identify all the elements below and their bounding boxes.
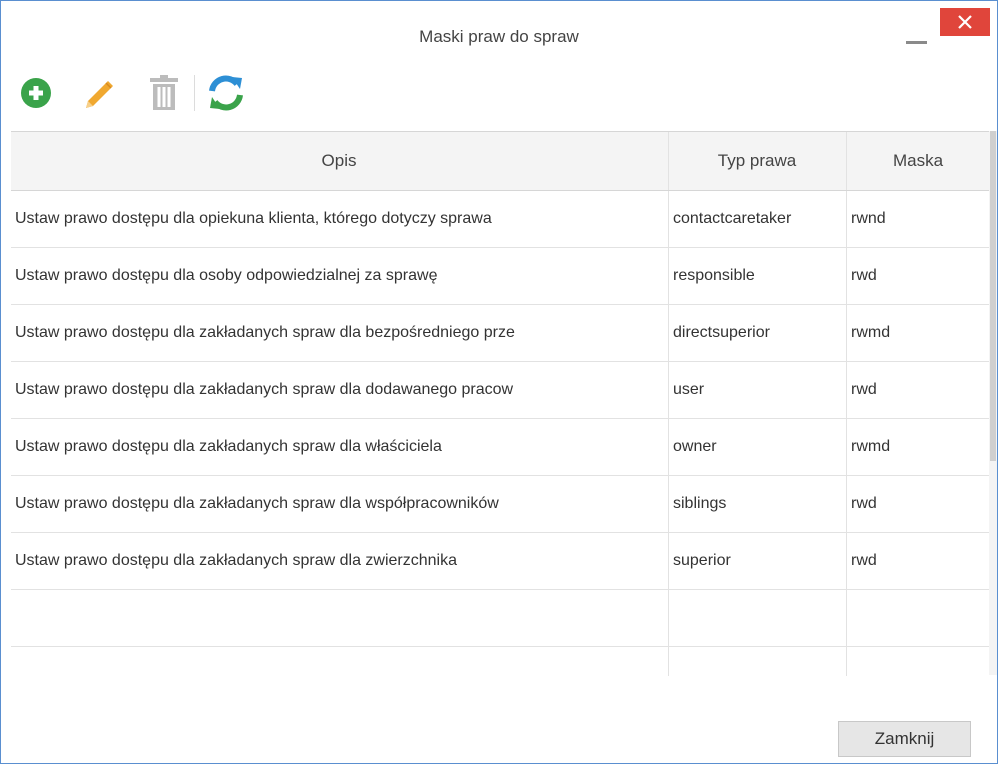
cell-typ-prawa: user [668,362,845,418]
table-row[interactable]: Ustaw prawo dostępu dla zakładanych spra… [11,419,989,476]
cell-opis [11,590,667,646]
table-row[interactable]: Ustaw prawo dostępu dla opiekuna klienta… [11,191,989,248]
cell-typ-prawa [668,590,845,646]
vertical-scrollbar[interactable] [989,131,997,675]
table-row-empty [11,647,989,676]
plus-circle-icon [21,78,51,108]
cell-maska [846,647,989,676]
cell-opis [11,647,667,676]
column-header-maska[interactable]: Maska [846,132,989,190]
scrollbar-thumb[interactable] [990,131,996,461]
pencil-icon [86,81,113,108]
window-title: Maski praw do spraw [419,27,579,46]
toolbar-separator [194,75,195,111]
trash-icon [150,75,178,110]
table-row[interactable]: Ustaw prawo dostępu dla zakładanych spra… [11,362,989,419]
cell-opis: Ustaw prawo dostępu dla zakładanych spra… [15,381,514,398]
cell-typ-prawa: contactcaretaker [668,191,845,247]
cell-typ-prawa: responsible [668,248,845,304]
table-row-empty [11,590,989,647]
toolbar [1,63,997,123]
table-row[interactable]: Ustaw prawo dostępu dla zakładanych spra… [11,476,989,533]
column-header-typ-prawa[interactable]: Typ prawa [668,132,845,190]
dialog-window: Maski praw do spraw Opis Typ prawa Maska… [0,0,998,764]
cell-typ-prawa: owner [668,419,845,475]
cell-opis: Ustaw prawo dostępu dla zakładanych spra… [15,552,457,569]
cell-maska: rwd [846,248,989,304]
cell-opis: Ustaw prawo dostępu dla zakładanych spra… [15,438,442,455]
column-header-opis[interactable]: Opis [11,132,667,190]
cell-opis: Ustaw prawo dostępu dla osoby odpowiedzi… [15,267,438,284]
cell-typ-prawa: directsuperior [668,305,845,361]
refresh-button[interactable] [204,70,248,116]
minimize-button[interactable] [900,27,934,47]
cell-maska: rwd [846,362,989,418]
add-button[interactable] [14,70,58,116]
cell-opis: Ustaw prawo dostępu dla zakładanych spra… [15,324,515,341]
cell-maska: rwmd [846,305,989,361]
cell-typ-prawa [668,647,845,676]
title-bar[interactable]: Maski praw do spraw [1,1,997,63]
cell-typ-prawa: siblings [668,476,845,532]
edit-button[interactable] [77,70,121,116]
close-dialog-button[interactable]: Zamknij [838,721,971,757]
table-header: Opis Typ prawa Maska [11,132,989,191]
cell-maska: rwnd [846,191,989,247]
rights-masks-table: Opis Typ prawa Maska Ustaw prawo dostępu… [11,131,989,676]
cell-opis: Ustaw prawo dostępu dla zakładanych spra… [15,495,499,512]
table-row[interactable]: Ustaw prawo dostępu dla osoby odpowiedzi… [11,248,989,305]
cell-opis: Ustaw prawo dostępu dla opiekuna klienta… [15,210,492,227]
close-icon [958,15,972,29]
cell-maska: rwd [846,533,989,589]
table-row[interactable]: Ustaw prawo dostępu dla zakładanych spra… [11,305,989,362]
cell-typ-prawa: superior [668,533,845,589]
cell-maska: rwmd [846,419,989,475]
close-window-button[interactable] [940,8,990,36]
delete-button[interactable] [142,70,186,116]
table-row[interactable]: Ustaw prawo dostępu dla zakładanych spra… [11,533,989,590]
cell-maska: rwd [846,476,989,532]
refresh-icon [209,75,243,111]
cell-maska [846,590,989,646]
